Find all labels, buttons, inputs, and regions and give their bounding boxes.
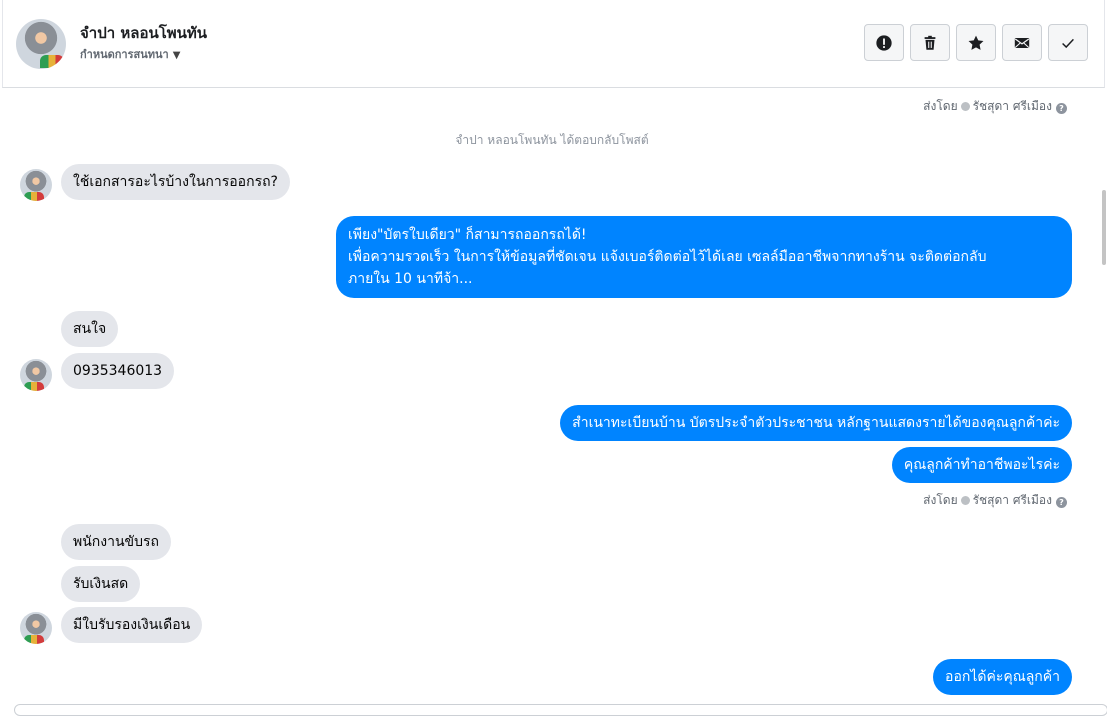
header-actions [864, 24, 1088, 61]
incoming-message[interactable]: สนใจ [61, 311, 119, 347]
message-composer[interactable] [14, 704, 1107, 716]
star-icon [968, 35, 984, 50]
agent-status-icon [960, 496, 970, 505]
incoming-message[interactable]: ใช้เอกสารอะไรบ้างในการออกรถ? [61, 164, 290, 200]
avatar-frame-badge [24, 382, 44, 391]
conversation-settings-label: กำหนดการสนทนา [80, 48, 169, 61]
outgoing-message[interactable]: สำเนาทะเบียนบ้าน บัตรประจำตัวประชาชน หลั… [560, 405, 1072, 441]
sent-by-prefix: ส่งโดย [923, 493, 958, 507]
incoming-message[interactable]: 0935346013 [61, 353, 175, 389]
check-icon [1062, 38, 1074, 48]
avatar-frame-badge [24, 192, 44, 201]
outgoing-message[interactable]: ออกได้ค่ะคุณลูกค้า [933, 659, 1072, 695]
contact-avatar-small[interactable] [20, 359, 52, 391]
trash-icon [924, 35, 936, 50]
outgoing-message[interactable]: เพียง"บัตรใบเดียว" ก็สามารถออกรถได้! เพื… [336, 216, 1072, 298]
conversation-header: จำปา หลอนโพนทัน กำหนดการสนทนา ▼ [2, 0, 1105, 88]
contact-avatar-small[interactable] [20, 169, 52, 201]
message-line: ภายใน 10 นาทีจ้า... [348, 271, 473, 287]
contact-name[interactable]: จำปา หลอนโพนทัน [80, 21, 207, 45]
outgoing-message[interactable]: คุณลูกค้าทำอาชีพอะไรค่ะ [891, 447, 1072, 483]
sent-by-label: ส่งโดย รัชสุดา ศรีเมือง? [923, 491, 1067, 510]
envelope-icon [1014, 37, 1030, 48]
mark-unread-button[interactable] [1002, 24, 1042, 61]
conversation-settings-dropdown[interactable]: กำหนดการสนทนา ▼ [80, 45, 180, 63]
help-icon[interactable]: ? [1056, 497, 1067, 508]
mark-done-button[interactable] [1048, 24, 1088, 61]
incoming-message[interactable]: รับเงินสด [61, 566, 141, 602]
avatar-frame-badge [40, 55, 64, 68]
avatar-frame-badge [24, 635, 44, 644]
alert-icon [876, 34, 892, 51]
message-line: เพื่อความรวดเร็ว ในการให้ข้อมูลที่ชัดเจน… [348, 249, 987, 265]
star-button[interactable] [956, 24, 996, 61]
agent-status-icon [960, 102, 970, 111]
incoming-message[interactable]: มีใบรับรองเงินเดือน [61, 607, 203, 643]
incoming-message[interactable]: พนักงานขับรถ [61, 524, 171, 560]
report-button[interactable] [864, 24, 904, 61]
contact-avatar[interactable] [16, 19, 66, 69]
reply-to-post-note: จำปา หลอนโพนทัน ได้ตอบกลับโพสต์ [455, 133, 649, 147]
help-icon[interactable]: ? [1056, 103, 1067, 114]
thread-scrollbar[interactable] [1102, 190, 1106, 265]
contact-avatar-small[interactable] [20, 612, 52, 644]
sent-by-agent[interactable]: รัชสุดา ศรีเมือง [973, 493, 1052, 507]
message-thread[interactable]: ส่งโดย รัชสุดา ศรีเมือง? จำปา หลอนโพนทัน … [2, 89, 1102, 708]
sent-by-prefix: ส่งโดย [923, 99, 958, 113]
message-line: เพียง"บัตรใบเดียว" ก็สามารถออกรถได้! [348, 227, 587, 243]
caret-down-icon: ▼ [172, 50, 181, 61]
sent-by-label: ส่งโดย รัชสุดา ศรีเมือง? [923, 97, 1067, 116]
delete-button[interactable] [910, 24, 950, 61]
sent-by-agent[interactable]: รัชสุดา ศรีเมือง [973, 99, 1052, 113]
